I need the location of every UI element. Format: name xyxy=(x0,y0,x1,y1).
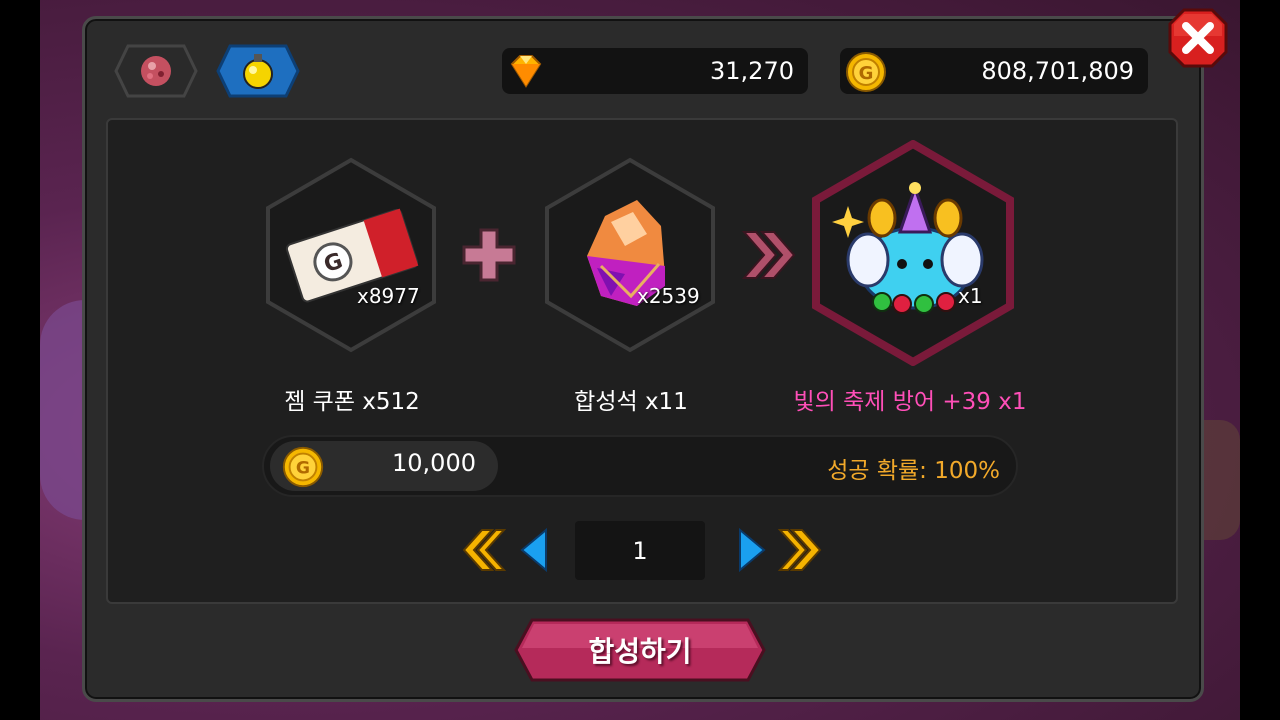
ingredient-1-owned: x8977 xyxy=(357,284,420,308)
result-owned: x1 xyxy=(958,284,983,308)
diamond-icon xyxy=(510,55,542,88)
gem-count: 31,270 xyxy=(710,57,794,85)
previous-page-button[interactable] xyxy=(512,524,562,576)
result-label: 빛의 축제 방어 +39 x1 xyxy=(793,389,1027,415)
success-rate: 성공 확률: 100% xyxy=(827,458,1000,484)
svg-text:G: G xyxy=(296,459,310,479)
svg-text:G: G xyxy=(859,63,874,84)
close-button[interactable] xyxy=(1166,6,1230,70)
synthesize-label: 합성하기 xyxy=(588,635,692,668)
triangle-left-icon xyxy=(520,527,547,573)
plus-icon xyxy=(462,228,516,282)
gem-ore-icon xyxy=(141,56,171,86)
close-icon xyxy=(1168,8,1228,68)
tab-gem-ore[interactable] xyxy=(114,44,198,98)
last-page-button[interactable] xyxy=(777,524,828,576)
next-page-button[interactable] xyxy=(724,524,774,576)
result-slot[interactable] xyxy=(810,139,1016,367)
synthesize-button[interactable]: 합성하기 xyxy=(514,618,766,682)
gem-balance: 31,270 xyxy=(502,48,808,94)
ingredient-slot-2[interactable] xyxy=(541,156,719,354)
double-chevron-left-icon xyxy=(462,529,507,571)
synthesis-cost: 10,000 xyxy=(392,449,476,477)
ingredient-2-label: 합성석 x11 xyxy=(574,389,688,415)
gold-coin-icon: G xyxy=(282,446,324,488)
ingredient-2-owned: x2539 xyxy=(637,284,700,308)
tab-potion[interactable] xyxy=(216,44,300,98)
gold-balance: G 808,701,809 xyxy=(840,48,1148,94)
double-chevron-right-icon xyxy=(777,529,822,571)
triangle-right-icon xyxy=(739,527,766,573)
gold-coin-icon: G xyxy=(846,52,886,92)
first-page-button[interactable] xyxy=(456,524,507,576)
page-number: 1 xyxy=(575,521,705,580)
double-chevron-right-icon xyxy=(741,231,796,279)
ingredient-1-label: 젬 쿠폰 x512 xyxy=(284,389,420,415)
gold-count: 808,701,809 xyxy=(981,57,1134,85)
ingredient-slot-1[interactable]: G xyxy=(262,156,440,354)
